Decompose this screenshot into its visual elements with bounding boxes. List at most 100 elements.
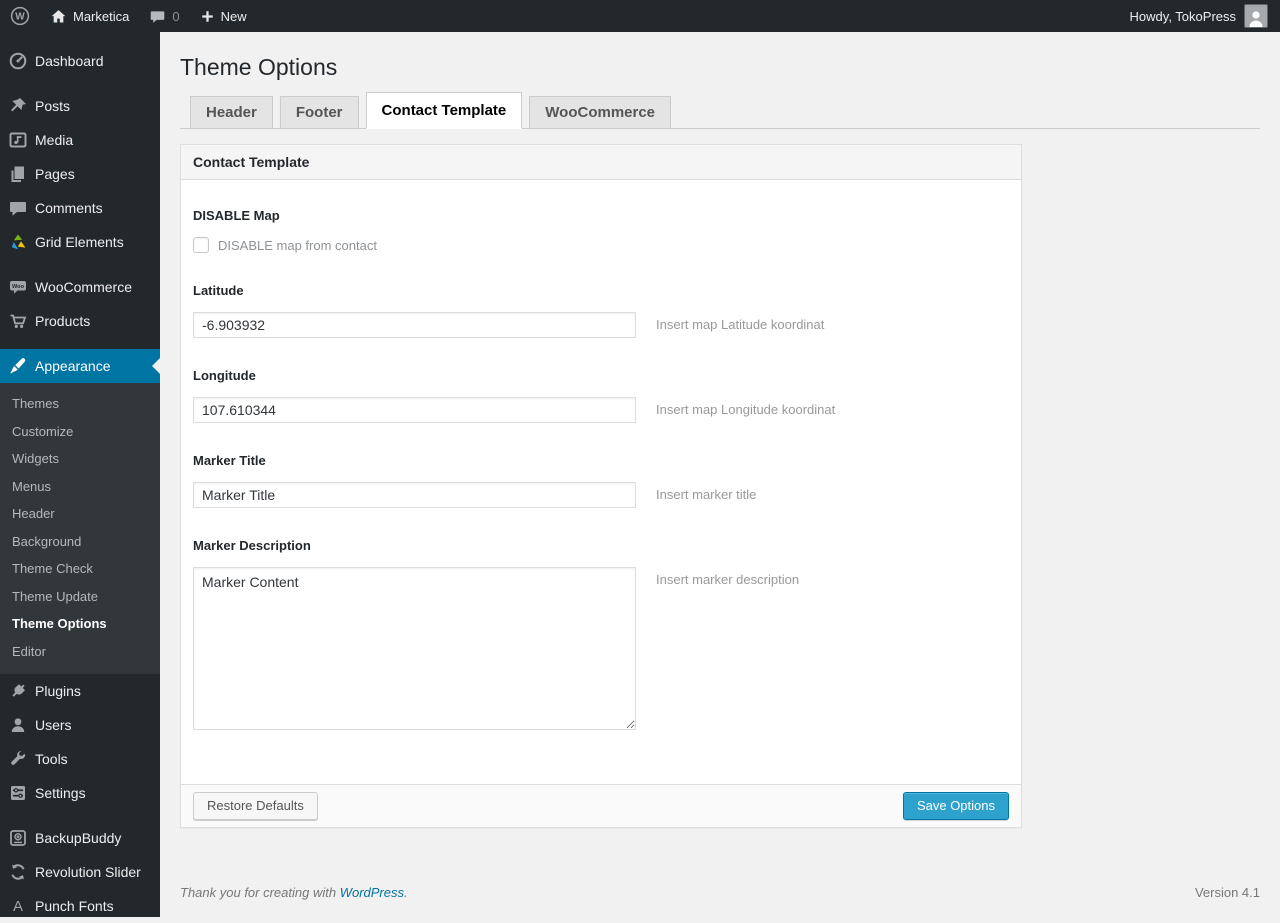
brush-icon: [0, 356, 35, 376]
page-footer: Thank you for creating with WordPress. V…: [180, 885, 1260, 900]
comments-icon: [0, 198, 35, 218]
howdy-text: Howdy, TokoPress: [1129, 8, 1236, 24]
submenu-item-widgets[interactable]: Widgets: [0, 445, 160, 473]
tab-bar: Header Footer Contact Template WooCommer…: [180, 92, 1260, 129]
comment-bubble-icon: [149, 8, 166, 25]
latitude-input[interactable]: [193, 312, 636, 338]
sidebar-item-comments[interactable]: Comments: [0, 191, 160, 225]
submenu-item-themes[interactable]: Themes: [0, 390, 160, 418]
comment-count: 0: [172, 8, 180, 24]
main-content: Theme Options Header Footer Contact Temp…: [160, 32, 1280, 917]
sidebar-label: Pages: [35, 166, 75, 182]
wordpress-link[interactable]: WordPress: [340, 885, 404, 900]
disable-map-field: DISABLE Map DISABLE map from contact: [193, 208, 1009, 253]
wordpress-logo-menu[interactable]: W: [0, 0, 40, 32]
submenu-item-menus[interactable]: Menus: [0, 473, 160, 501]
grid-elements-icon: [0, 232, 35, 252]
svg-text:A: A: [12, 898, 22, 915]
wordpress-logo-icon: W: [10, 6, 30, 26]
sidebar-item-appearance[interactable]: Appearance: [0, 349, 160, 383]
submenu-item-header[interactable]: Header: [0, 500, 160, 528]
plug-icon: [0, 681, 35, 701]
marker-title-field: Marker Title Insert marker title: [193, 453, 1009, 508]
sidebar-item-punch-fonts[interactable]: A Punch Fonts: [0, 889, 160, 923]
sidebar-label: WooCommerce: [35, 279, 132, 295]
sidebar-item-pages[interactable]: Pages: [0, 157, 160, 191]
pages-icon: [0, 164, 35, 184]
disable-map-checkbox[interactable]: [193, 237, 209, 253]
latitude-helper: Insert map Latitude koordinat: [656, 317, 825, 332]
marker-title-helper: Insert marker title: [656, 487, 757, 502]
comments-menu[interactable]: 0: [139, 0, 189, 32]
sidebar-label: Comments: [35, 200, 103, 216]
svg-text:W: W: [15, 12, 25, 23]
svg-text:Woo: Woo: [11, 284, 24, 290]
footer-thanks-text: Thank you for creating with: [180, 885, 340, 900]
marker-description-helper: Insert marker description: [656, 572, 800, 587]
site-name: Marketica: [73, 8, 130, 24]
sidebar-item-posts[interactable]: Posts: [0, 89, 160, 123]
sidebar-item-woocommerce[interactable]: Woo WooCommerce: [0, 270, 160, 304]
sidebar-item-users[interactable]: Users: [0, 708, 160, 742]
sidebar-item-tools[interactable]: Tools: [0, 742, 160, 776]
avatar: [1244, 4, 1268, 28]
new-label: New: [220, 8, 247, 24]
sidebar-label: Tools: [35, 751, 68, 767]
tab-header[interactable]: Header: [190, 96, 273, 128]
marker-title-input[interactable]: [193, 482, 636, 508]
sidebar-item-grid-elements[interactable]: Grid Elements: [0, 225, 160, 259]
dashboard-icon: [0, 51, 35, 71]
sidebar-item-media[interactable]: Media: [0, 123, 160, 157]
tab-contact-template[interactable]: Contact Template: [365, 92, 523, 129]
user-icon: [0, 715, 35, 735]
sidebar-item-backupbuddy[interactable]: BackupBuddy: [0, 821, 160, 855]
marker-description-textarea[interactable]: Marker Content: [193, 567, 636, 730]
marker-description-label: Marker Description: [193, 538, 311, 553]
sidebar-label: BackupBuddy: [35, 830, 122, 846]
latitude-label: Latitude: [193, 283, 244, 298]
longitude-field: Longitude Insert map Longitude koordinat: [193, 368, 1009, 423]
page-title: Theme Options: [180, 54, 338, 80]
admin-sidebar: Dashboard Posts Media Pages Comments Gri…: [0, 32, 160, 917]
footer-thanks: Thank you for creating with WordPress.: [180, 885, 408, 900]
home-icon: [50, 8, 67, 25]
site-name-menu[interactable]: Marketica: [40, 0, 139, 32]
tab-footer[interactable]: Footer: [279, 96, 359, 128]
longitude-input[interactable]: [193, 397, 636, 423]
sidebar-label: Posts: [35, 98, 71, 114]
sidebar-label: Plugins: [35, 683, 81, 699]
submenu-item-theme-options[interactable]: Theme Options: [0, 610, 160, 638]
save-options-button[interactable]: Save Options: [902, 792, 1009, 820]
submenu-item-theme-update[interactable]: Theme Update: [0, 583, 160, 611]
new-content-menu[interactable]: New: [190, 0, 257, 32]
disable-map-checkbox-label: DISABLE map from contact: [218, 237, 377, 253]
sidebar-item-dashboard[interactable]: Dashboard: [0, 44, 160, 78]
sidebar-label: Settings: [35, 785, 86, 801]
letter-a-icon: A: [0, 896, 35, 916]
sidebar-item-settings[interactable]: Settings: [0, 776, 160, 810]
tab-woocommerce[interactable]: WooCommerce: [529, 96, 672, 128]
sidebar-item-products[interactable]: Products: [0, 304, 160, 338]
account-menu[interactable]: Howdy, TokoPress: [1118, 4, 1280, 28]
refresh-icon: [0, 862, 35, 882]
restore-defaults-button[interactable]: Restore Defaults: [193, 792, 318, 820]
backup-icon: [0, 828, 35, 848]
submenu-item-customize[interactable]: Customize: [0, 418, 160, 446]
cart-icon: [0, 311, 35, 331]
woocommerce-icon: Woo: [0, 277, 35, 297]
sidebar-label: Grid Elements: [35, 234, 124, 250]
sidebar-label: Media: [35, 132, 74, 148]
sidebar-item-plugins[interactable]: Plugins: [0, 674, 160, 708]
submenu-item-theme-check[interactable]: Theme Check: [0, 555, 160, 583]
sidebar-label: Revolution Slider: [35, 864, 141, 880]
longitude-helper: Insert map Longitude koordinat: [656, 402, 836, 417]
marker-description-field: Marker Description Marker Content Insert…: [193, 538, 1009, 730]
sidebar-item-revolution-slider[interactable]: Revolution Slider: [0, 855, 160, 889]
sliders-icon: [0, 783, 35, 803]
sidebar-label: Punch Fonts: [35, 898, 114, 914]
submenu-item-editor[interactable]: Editor: [0, 638, 160, 666]
submenu-item-background[interactable]: Background: [0, 528, 160, 556]
appearance-submenu: Themes Customize Widgets Menus Header Ba…: [0, 383, 160, 674]
contact-template-panel: Contact Template DISABLE Map DISABLE map…: [180, 144, 1022, 828]
latitude-field: Latitude Insert map Latitude koordinat: [193, 283, 1009, 338]
